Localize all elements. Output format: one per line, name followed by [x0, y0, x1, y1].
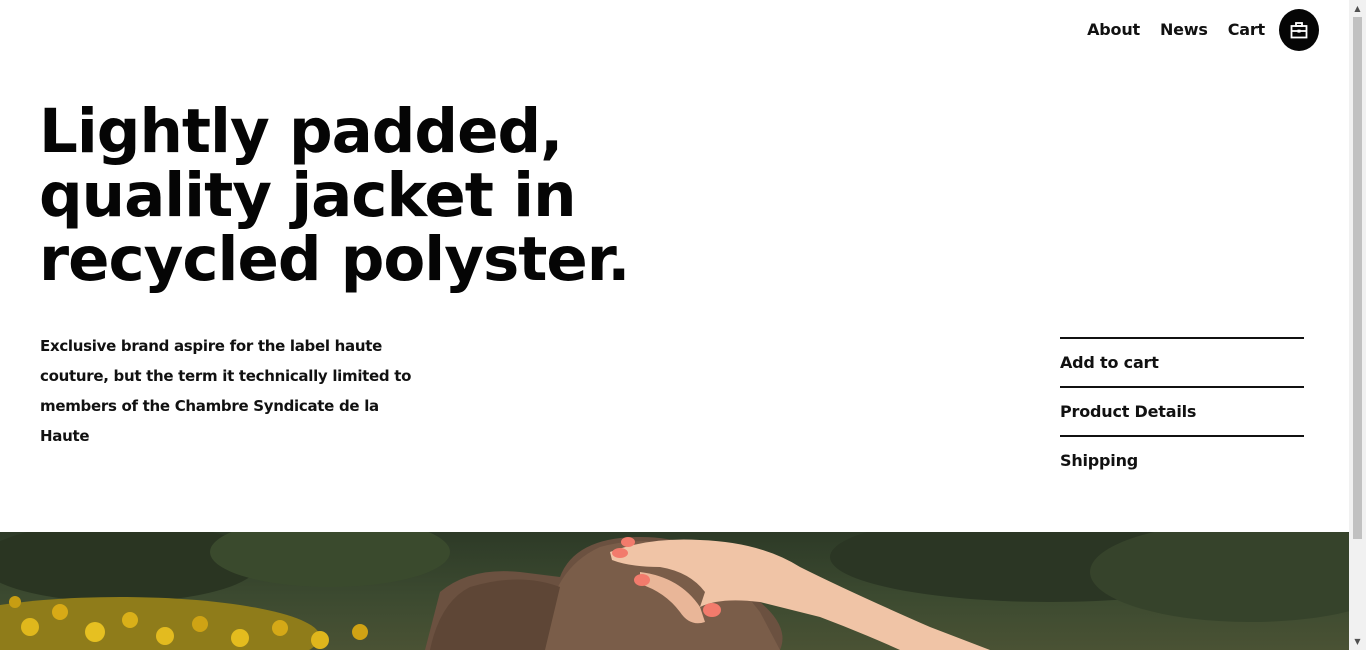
product-side-menu: Add to cart Product Details Shipping — [1060, 337, 1304, 484]
hero-headline: Lightly padded, quality jacket in recycl… — [39, 96, 630, 295]
nav-link-news[interactable]: News — [1160, 9, 1208, 51]
scroll-up-arrow-icon[interactable]: ▲ — [1349, 0, 1366, 17]
nav-link-about[interactable]: About — [1087, 9, 1140, 51]
hero-description: Exclusive brand aspire for the label hau… — [40, 337, 412, 445]
scrollbar-thumb[interactable] — [1353, 17, 1362, 539]
bag-button[interactable] — [1279, 9, 1319, 51]
shipping-link[interactable]: Shipping — [1060, 435, 1304, 484]
top-navigation: About News Cart — [1087, 9, 1319, 51]
hero-photo — [0, 532, 1349, 650]
page: About News Cart Lightly padded, quality … — [0, 0, 1349, 650]
product-details-link[interactable]: Product Details — [1060, 386, 1304, 435]
nav-link-cart[interactable]: Cart — [1228, 9, 1265, 51]
hand-on-felt-hat-image — [0, 532, 1349, 650]
shopping-bag-icon — [1290, 21, 1308, 38]
vertical-scrollbar[interactable]: ▲ ▼ — [1349, 0, 1366, 650]
scroll-down-arrow-icon[interactable]: ▼ — [1349, 633, 1366, 650]
add-to-cart-button[interactable]: Add to cart — [1060, 337, 1304, 386]
